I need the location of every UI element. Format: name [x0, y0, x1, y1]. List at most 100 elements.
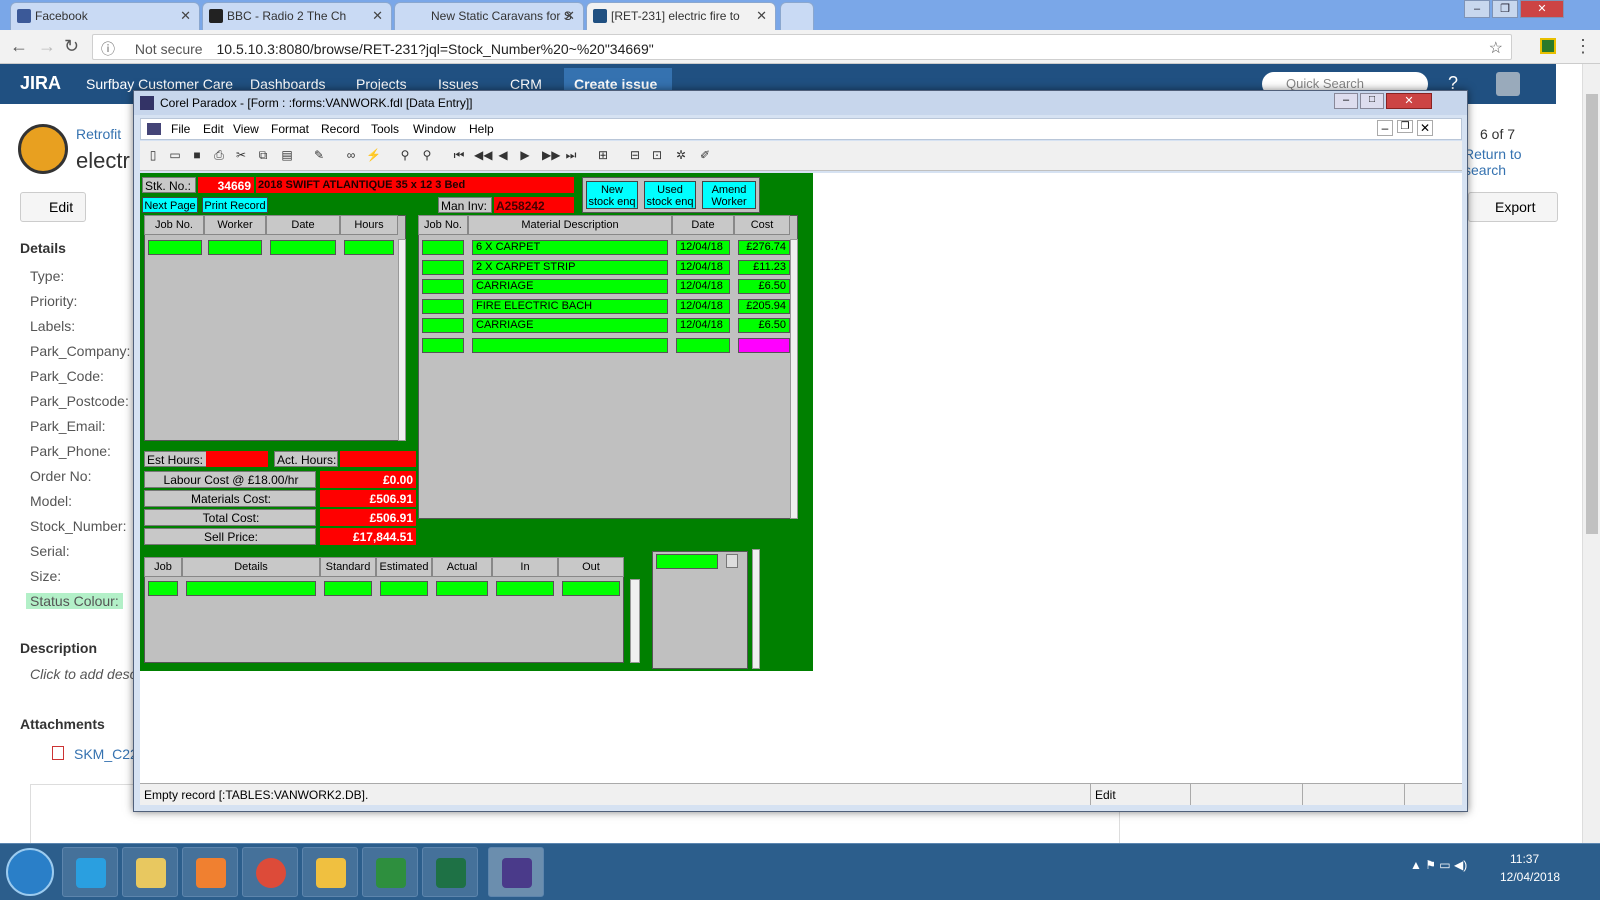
menu-help[interactable]: Help: [469, 122, 494, 136]
scrollbar-thumb[interactable]: [1586, 94, 1598, 534]
minimize-icon[interactable]: –: [1377, 120, 1393, 136]
taskbar-sage[interactable]: [362, 847, 418, 897]
menu-format[interactable]: Format: [271, 122, 309, 136]
page-scrollbar[interactable]: [1582, 64, 1600, 843]
labour-job-input[interactable]: [148, 240, 202, 255]
minimize-icon[interactable]: –: [1334, 93, 1358, 109]
material-date-cell[interactable]: 12/04/18: [676, 240, 730, 255]
extension-icon[interactable]: [1540, 38, 1556, 54]
maximize-icon[interactable]: □: [1360, 93, 1384, 109]
next-record-icon[interactable]: ▶: [518, 148, 532, 162]
reload-icon[interactable]: ↻: [64, 36, 79, 57]
close-icon[interactable]: ✕: [756, 8, 767, 24]
locate-icon[interactable]: ⚲: [398, 148, 412, 162]
taskbar-explorer[interactable]: [122, 847, 178, 897]
labour-date-input[interactable]: [270, 240, 336, 255]
act-hours-field[interactable]: [340, 451, 416, 467]
taskbar-excel[interactable]: [422, 847, 478, 897]
amend-worker-button[interactable]: Amend Worker: [702, 181, 756, 209]
material-date-cell[interactable]: 12/04/18: [676, 318, 730, 333]
taskbar-paradox[interactable]: [488, 847, 544, 897]
clock-date[interactable]: 12/04/2018: [1500, 870, 1560, 884]
menu-tools[interactable]: Tools: [371, 122, 399, 136]
table-view-icon[interactable]: ⊟: [628, 148, 642, 162]
material-job-cell[interactable]: [422, 299, 464, 314]
expert-icon[interactable]: ✲: [674, 148, 688, 162]
material-description-cell[interactable]: [472, 338, 668, 353]
new-tab-button[interactable]: [780, 2, 814, 30]
menu-record[interactable]: Record: [321, 122, 360, 136]
filter-icon[interactable]: ⚡: [366, 148, 381, 162]
clock-time[interactable]: 11:37: [1510, 852, 1539, 866]
forward-icon[interactable]: →: [38, 36, 56, 57]
wand-icon[interactable]: ✐: [698, 148, 712, 162]
tab-static-caravans[interactable]: New Static Caravans for S ✕: [394, 2, 584, 30]
job-out-input[interactable]: [562, 581, 620, 596]
jobs-scrollbar[interactable]: [630, 579, 640, 663]
taskbar-outlook[interactable]: [302, 847, 358, 897]
small-grid-input[interactable]: [656, 554, 718, 569]
material-date-cell[interactable]: [676, 338, 730, 353]
start-button[interactable]: [6, 848, 54, 896]
material-date-cell[interactable]: 12/04/18: [676, 279, 730, 294]
menu-edit[interactable]: Edit: [203, 122, 224, 136]
taskbar-ie[interactable]: [62, 847, 118, 897]
attachment-link[interactable]: SKM_C22: [74, 746, 138, 762]
return-to-search-link[interactable]: Return to search: [1464, 146, 1556, 178]
taskbar-media[interactable]: [182, 847, 238, 897]
edit-data-icon[interactable]: ✎: [312, 148, 326, 162]
job-details-input[interactable]: [186, 581, 316, 596]
material-cost-cell[interactable]: £276.74: [738, 240, 790, 255]
tab-jira-issue[interactable]: [RET-231] electric fire to ✕: [586, 2, 776, 30]
copy-icon[interactable]: ⧉: [256, 148, 270, 162]
prev-record-icon[interactable]: ◀: [496, 148, 510, 162]
last-record-icon[interactable]: ⏭: [564, 148, 578, 162]
material-description-cell[interactable]: CARRIAGE: [472, 279, 668, 294]
material-job-cell[interactable]: [422, 279, 464, 294]
avatar[interactable]: [1496, 72, 1520, 96]
paste-icon[interactable]: ▤: [280, 148, 294, 162]
save-icon[interactable]: ■: [190, 148, 204, 162]
menu-view[interactable]: View: [233, 122, 259, 136]
job-input[interactable]: [148, 581, 178, 596]
next-set-icon[interactable]: ▶▶: [542, 148, 560, 162]
menu-dots-icon[interactable]: ⋮: [1574, 36, 1592, 57]
breadcrumb[interactable]: Retrofit: [76, 126, 121, 142]
taskbar-chrome[interactable]: [242, 847, 298, 897]
restore-icon[interactable]: ❐: [1397, 120, 1413, 133]
tray-icons[interactable]: ▲ ⚑ ▭ ◀): [1410, 858, 1467, 872]
print-icon[interactable]: ⎙: [212, 148, 226, 162]
edit-button[interactable]: Edit: [20, 192, 86, 222]
restore-icon[interactable]: ❐: [1492, 0, 1518, 18]
material-job-cell[interactable]: [422, 240, 464, 255]
stk-no-field[interactable]: 34669: [198, 177, 254, 193]
material-description-cell[interactable]: CARRIAGE: [472, 318, 668, 333]
material-cost-cell[interactable]: £205.94: [738, 299, 790, 314]
field-view-icon[interactable]: ⊞: [596, 148, 610, 162]
job-estimated-input[interactable]: [380, 581, 428, 596]
form-view-icon[interactable]: ⊡: [650, 148, 664, 162]
bookmark-star-icon[interactable]: ☆: [1489, 38, 1503, 58]
material-cost-cell[interactable]: £11.23: [738, 260, 790, 275]
material-description-cell[interactable]: FIRE ELECTRIC BACH: [472, 299, 668, 314]
cut-icon[interactable]: ✂: [234, 148, 248, 162]
minimize-icon[interactable]: –: [1464, 0, 1490, 18]
address-bar[interactable]: ⓘ Not secure 10.5.10.3:8080/browse/RET-2…: [92, 34, 1512, 60]
job-standard-input[interactable]: [324, 581, 372, 596]
menu-file[interactable]: File: [171, 122, 190, 136]
export-button[interactable]: Export: [1468, 192, 1558, 222]
tab-bbc-radio[interactable]: BBC - Radio 2 The Ch ✕: [202, 2, 392, 30]
small-grid-checkbox[interactable]: [726, 554, 738, 568]
man-inv-field[interactable]: A258242: [494, 197, 574, 213]
description-placeholder[interactable]: Click to add desc: [30, 666, 137, 682]
close-window-icon[interactable]: ✕: [1520, 0, 1564, 18]
back-icon[interactable]: ←: [10, 36, 28, 57]
material-job-cell[interactable]: [422, 338, 464, 353]
materials-scrollbar[interactable]: [790, 239, 798, 519]
close-icon[interactable]: ✕: [564, 8, 575, 24]
material-cost-cell-active[interactable]: [738, 338, 790, 353]
print-record-button[interactable]: Print Record: [202, 197, 268, 213]
job-actual-input[interactable]: [436, 581, 488, 596]
est-hours-field[interactable]: [206, 451, 268, 467]
close-icon[interactable]: ✕: [1417, 120, 1433, 136]
